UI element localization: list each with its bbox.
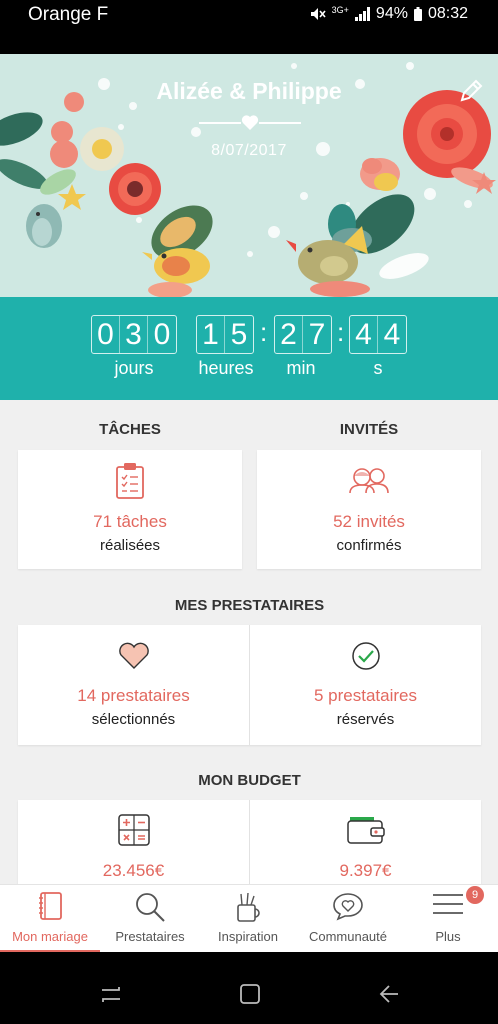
couple-names: Alizée & Philippe bbox=[156, 78, 342, 104]
nav-label: Inspiration bbox=[218, 929, 278, 944]
battery-level: 94% bbox=[375, 5, 408, 22]
recent-apps-icon[interactable] bbox=[99, 982, 123, 1006]
tasks-subtitle: réalisées bbox=[99, 537, 161, 554]
nav-prestataires[interactable]: Prestataires bbox=[100, 885, 200, 953]
digit: 4 bbox=[383, 318, 401, 351]
vendors-card: 14 prestataires sélectionnés 5 prestatai… bbox=[18, 625, 481, 745]
signal-icon bbox=[354, 7, 370, 21]
budget-title: MON BUDGET bbox=[198, 772, 301, 789]
minutes-digits: 2 7 bbox=[274, 315, 332, 354]
network-type: 3G+ bbox=[331, 5, 349, 15]
digit: 4 bbox=[350, 316, 378, 353]
search-icon bbox=[136, 893, 165, 922]
digit: 0 bbox=[92, 316, 120, 353]
check-circle-icon bbox=[351, 642, 380, 670]
guests-title: INVITÉS bbox=[339, 421, 399, 438]
hours-digits: 1 5 bbox=[196, 315, 254, 354]
budget-spent-amount: 9.397€ bbox=[339, 861, 392, 880]
seconds-label: s bbox=[373, 358, 383, 378]
days-digits: 0 3 0 bbox=[91, 315, 177, 354]
wallet-icon bbox=[346, 817, 385, 844]
notification-badge: 9 bbox=[466, 886, 484, 904]
heart-icon bbox=[118, 642, 149, 669]
clock: 08:32 bbox=[427, 5, 468, 22]
digit: 5 bbox=[230, 318, 248, 351]
days-label: jours bbox=[114, 358, 154, 378]
minutes-label: min bbox=[286, 358, 316, 378]
system-navigation-bar bbox=[0, 952, 498, 1024]
inspiration-icon bbox=[237, 892, 260, 922]
vendors-reserved-count: 5 prestataires bbox=[314, 686, 417, 705]
vendors-selected-count: 14 prestataires bbox=[77, 686, 190, 705]
vendors-title: MES PRESTATAIRES bbox=[174, 597, 325, 614]
time-separator: : bbox=[337, 317, 345, 347]
nav-label: Prestataires bbox=[115, 929, 185, 944]
clipboard-icon bbox=[116, 463, 144, 499]
mute-icon bbox=[310, 8, 326, 20]
guests-count: 52 invités bbox=[333, 512, 405, 531]
countdown-timer: 0 3 0 1 5 : 2 7 : 4 4 jours heures min s bbox=[0, 297, 498, 400]
status-bar: Orange F 3G+ 94% 08:32 bbox=[0, 0, 498, 54]
digit: 7 bbox=[308, 318, 326, 351]
menu-icon bbox=[433, 894, 463, 914]
vendors-selected-subtitle: sélectionnés bbox=[91, 711, 176, 728]
budget-card: 23.456€ 9.397€ bbox=[18, 800, 481, 884]
status-icons: 3G+ 94% 08:32 bbox=[310, 5, 468, 23]
time-separator: : bbox=[260, 317, 268, 347]
budget-spent[interactable]: 9.397€ bbox=[250, 800, 481, 884]
pencil-icon[interactable] bbox=[458, 78, 484, 104]
vendors-selected[interactable]: 14 prestataires sélectionnés bbox=[18, 625, 249, 745]
digit: 2 bbox=[275, 316, 303, 353]
digit: 3 bbox=[120, 316, 148, 353]
seconds-digits: 4 4 bbox=[349, 315, 407, 354]
nav-communaute[interactable]: Communauté bbox=[298, 885, 398, 953]
hours-label: heures bbox=[198, 358, 254, 378]
battery-icon bbox=[413, 7, 422, 21]
budget-estimated[interactable]: 23.456€ bbox=[18, 800, 249, 884]
wedding-hero-banner: Alizée & Philippe 8/07/2017 bbox=[0, 54, 498, 297]
nav-label: Mon mariage bbox=[12, 929, 88, 944]
couple-icon bbox=[349, 468, 389, 494]
tasks-count: 71 tâches bbox=[93, 512, 167, 531]
wedding-date: 8/07/2017 bbox=[211, 142, 287, 159]
vendors-reserved-subtitle: réservés bbox=[336, 711, 395, 728]
guests-subtitle: confirmés bbox=[336, 537, 402, 554]
digit: 0 bbox=[153, 318, 171, 351]
tasks-title: TÂCHES bbox=[99, 421, 161, 438]
digit: 1 bbox=[197, 316, 225, 353]
bottom-navigation: Mon mariage Prestataires Inspiration Com… bbox=[0, 884, 498, 953]
home-icon[interactable] bbox=[238, 982, 262, 1006]
tasks-card[interactable]: 71 tâches réalisées bbox=[18, 450, 242, 569]
nav-label: Communauté bbox=[308, 929, 388, 944]
back-icon[interactable] bbox=[377, 982, 401, 1006]
nav-inspiration[interactable]: Inspiration bbox=[198, 885, 298, 953]
chat-heart-icon bbox=[333, 893, 363, 921]
budget-estimated-amount: 23.456€ bbox=[102, 861, 165, 880]
carrier-name: Orange F bbox=[28, 4, 109, 25]
calculator-icon bbox=[117, 814, 150, 846]
vendors-reserved[interactable]: 5 prestataires réservés bbox=[250, 625, 481, 745]
guests-card[interactable]: 52 invités confirmés bbox=[257, 450, 481, 569]
book-icon bbox=[39, 892, 62, 920]
nav-label: Plus bbox=[435, 929, 461, 944]
dashboard-content: TÂCHES INVITÉS 71 tâches réalisées 52 in… bbox=[0, 400, 498, 884]
nav-mon-mariage[interactable]: Mon mariage bbox=[0, 885, 100, 953]
